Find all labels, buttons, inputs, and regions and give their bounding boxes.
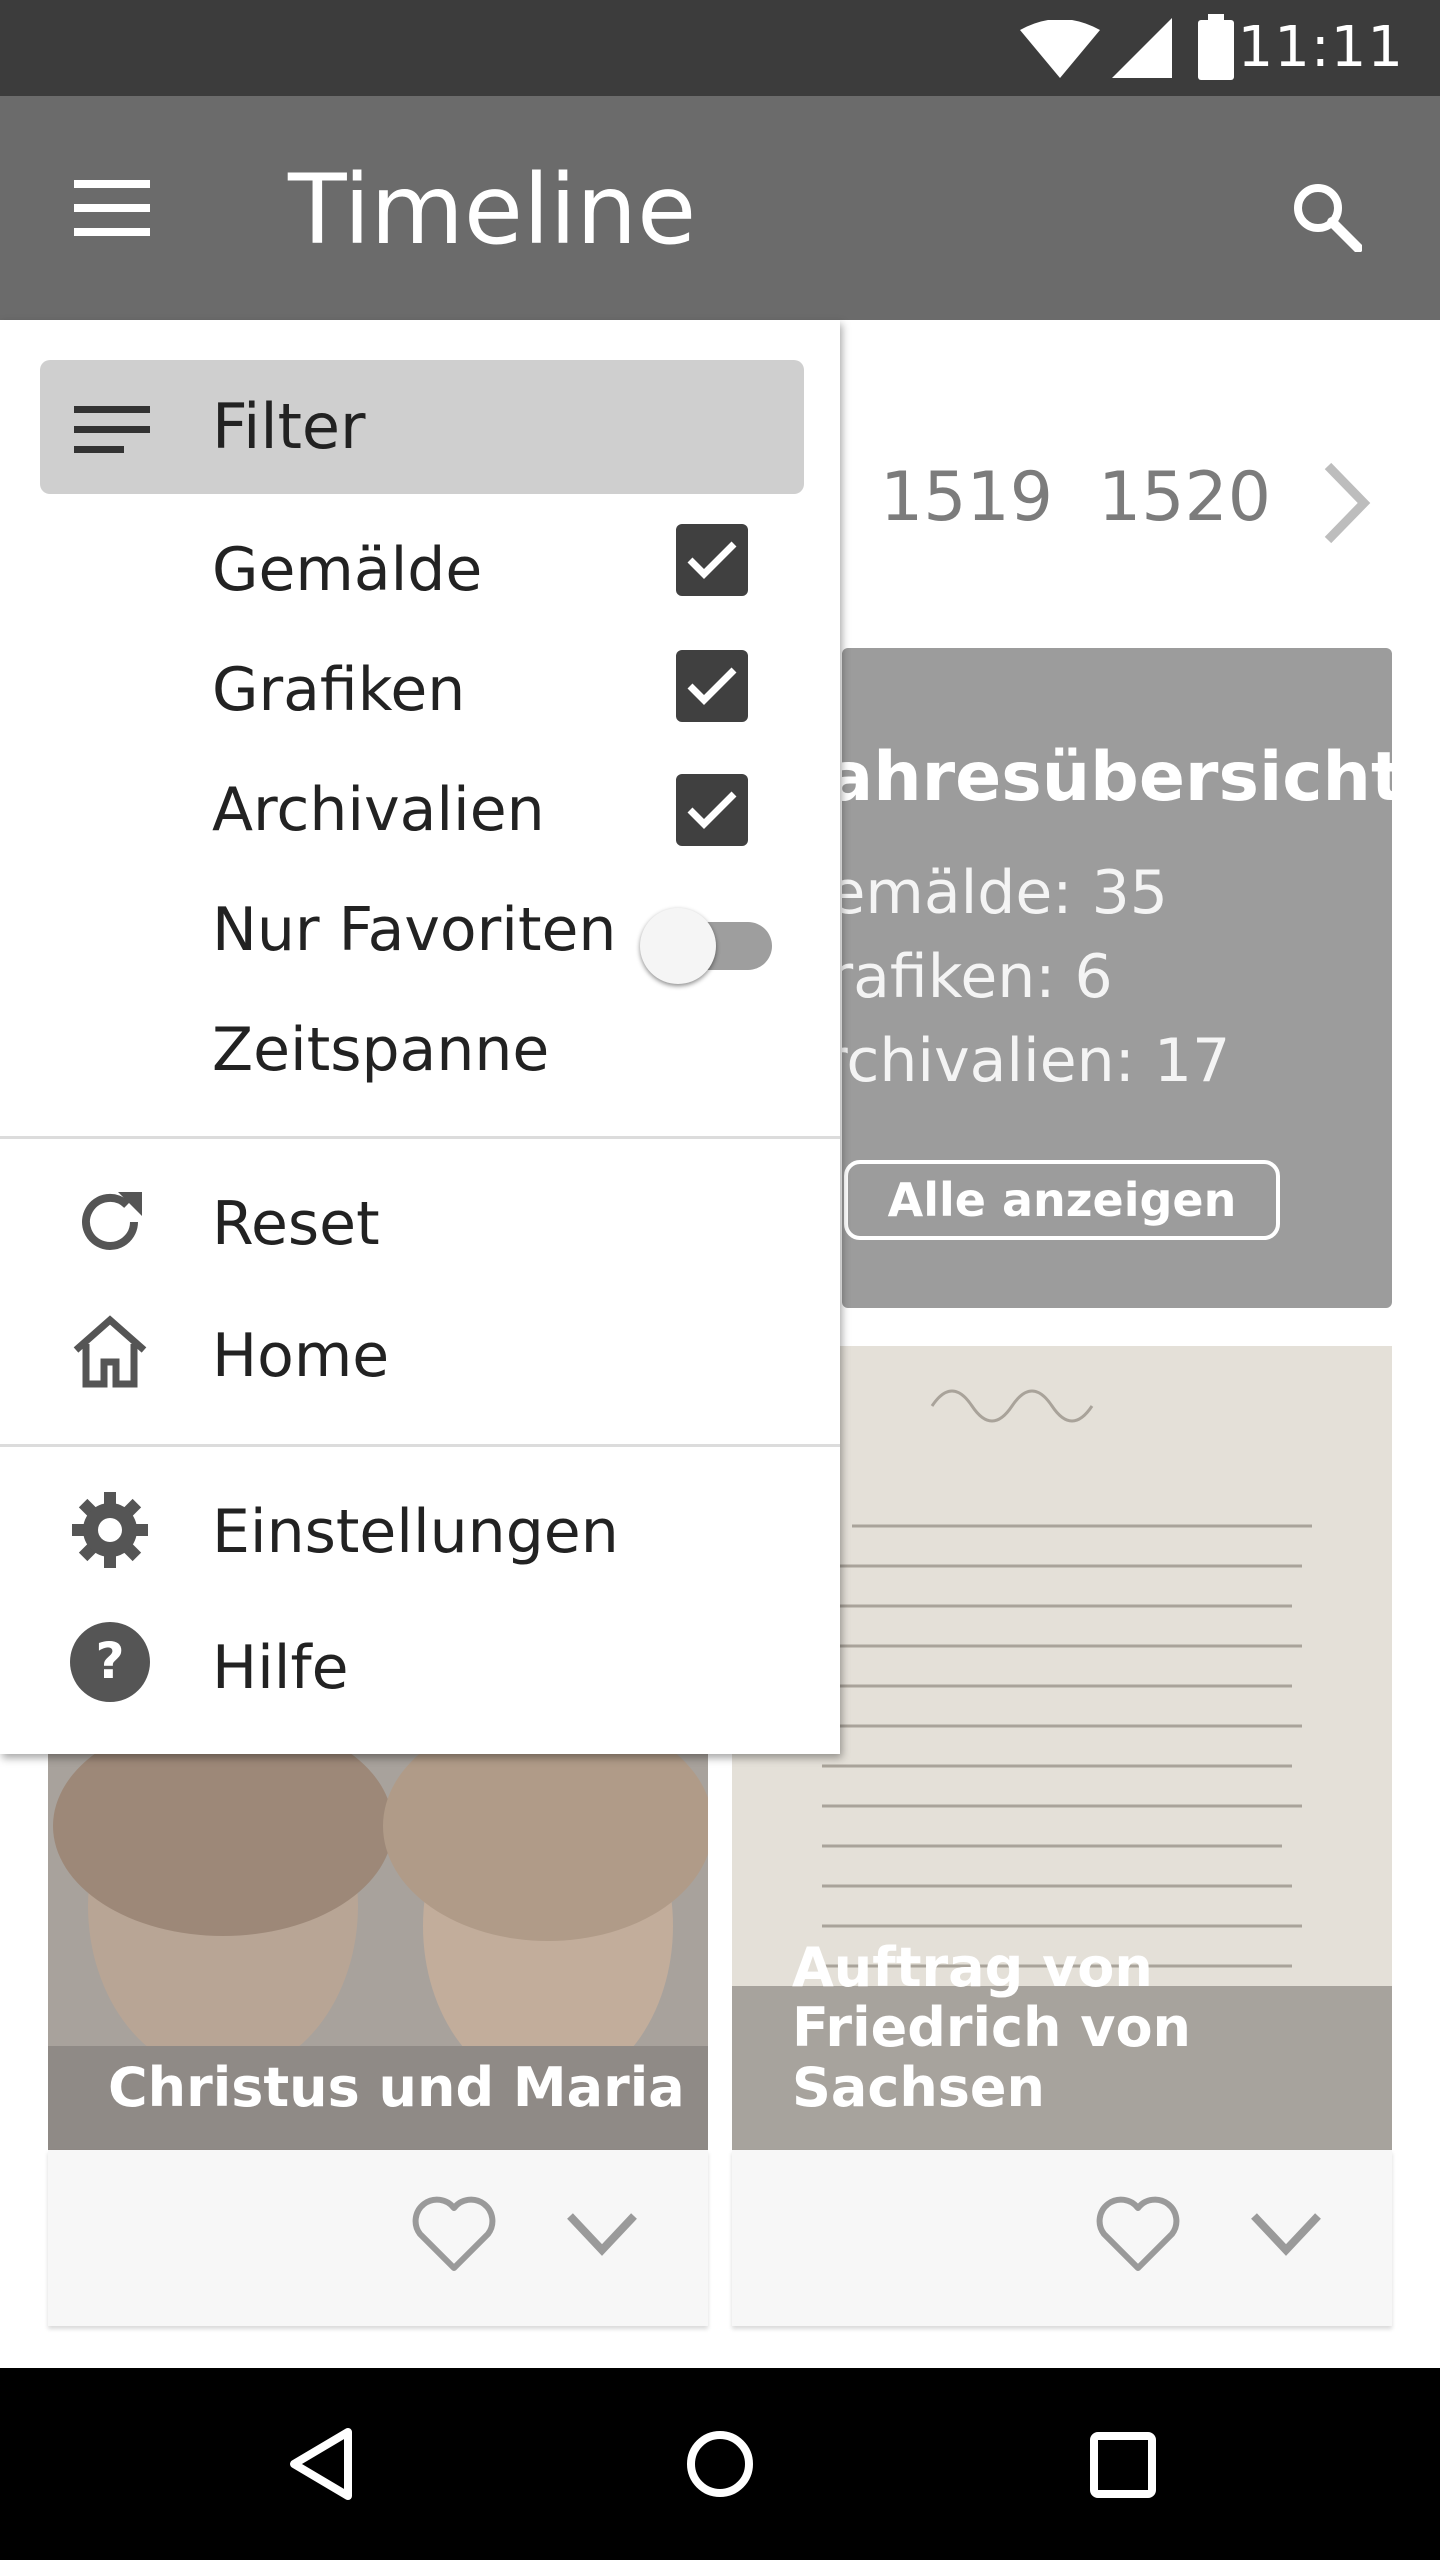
status-bar: 11:11 — [0, 0, 1440, 96]
home-menu-item[interactable]: Home — [212, 1320, 389, 1392]
wifi-icon — [1020, 20, 1100, 78]
reset-menu-item[interactable]: Reset — [212, 1188, 380, 1260]
filter-menu-item[interactable]: Filter — [40, 360, 804, 494]
graphics-checkbox[interactable] — [676, 650, 748, 722]
paintings-checkbox[interactable] — [676, 524, 748, 596]
favorites-only-toggle[interactable] — [640, 900, 780, 984]
system-nav-bar — [0, 2368, 1440, 2560]
timespan-item[interactable]: Zeitspanne — [212, 1014, 549, 1086]
home-circle-icon[interactable] — [686, 2430, 754, 2498]
filter-list-icon — [74, 406, 150, 453]
divider — [0, 1444, 840, 1447]
archives-checkbox[interactable] — [676, 774, 748, 846]
home-icon — [73, 1315, 147, 1388]
status-time: 11:11 — [1237, 15, 1404, 80]
toggle-thumb — [640, 908, 716, 984]
menu-button[interactable] — [48, 160, 176, 256]
settings-menu-item[interactable]: Einstellungen — [212, 1496, 619, 1568]
hamburger-menu-icon — [74, 180, 150, 236]
navigation-drawer: Filter Gemälde Grafiken Archivalien Nur … — [0, 320, 840, 1754]
settings-gear-icon — [72, 1492, 148, 1568]
signal-icon — [1112, 18, 1172, 78]
check-icon — [687, 541, 737, 579]
help-icon: ? — [70, 1622, 150, 1702]
search-button[interactable] — [1276, 166, 1376, 266]
page-title: Timeline — [288, 154, 697, 266]
refresh-icon — [82, 1192, 142, 1250]
svg-text:?: ? — [95, 1632, 124, 1690]
option-paintings-label: Gemälde — [212, 535, 483, 605]
option-graphics-label: Grafiken — [212, 655, 466, 725]
battery-icon — [1198, 14, 1234, 80]
check-icon — [687, 791, 737, 829]
option-archives-label: Archivalien — [212, 775, 545, 845]
recents-icon[interactable] — [1090, 2432, 1156, 2498]
divider — [0, 1136, 840, 1139]
back-icon[interactable] — [286, 2426, 356, 2502]
search-icon — [1294, 184, 1362, 252]
help-menu-item[interactable]: Hilfe — [212, 1632, 349, 1704]
favorites-only-label: Nur Favoriten — [212, 895, 617, 965]
app-bar: Timeline — [0, 96, 1440, 320]
check-icon — [687, 667, 737, 705]
filter-label: Filter — [212, 390, 366, 463]
